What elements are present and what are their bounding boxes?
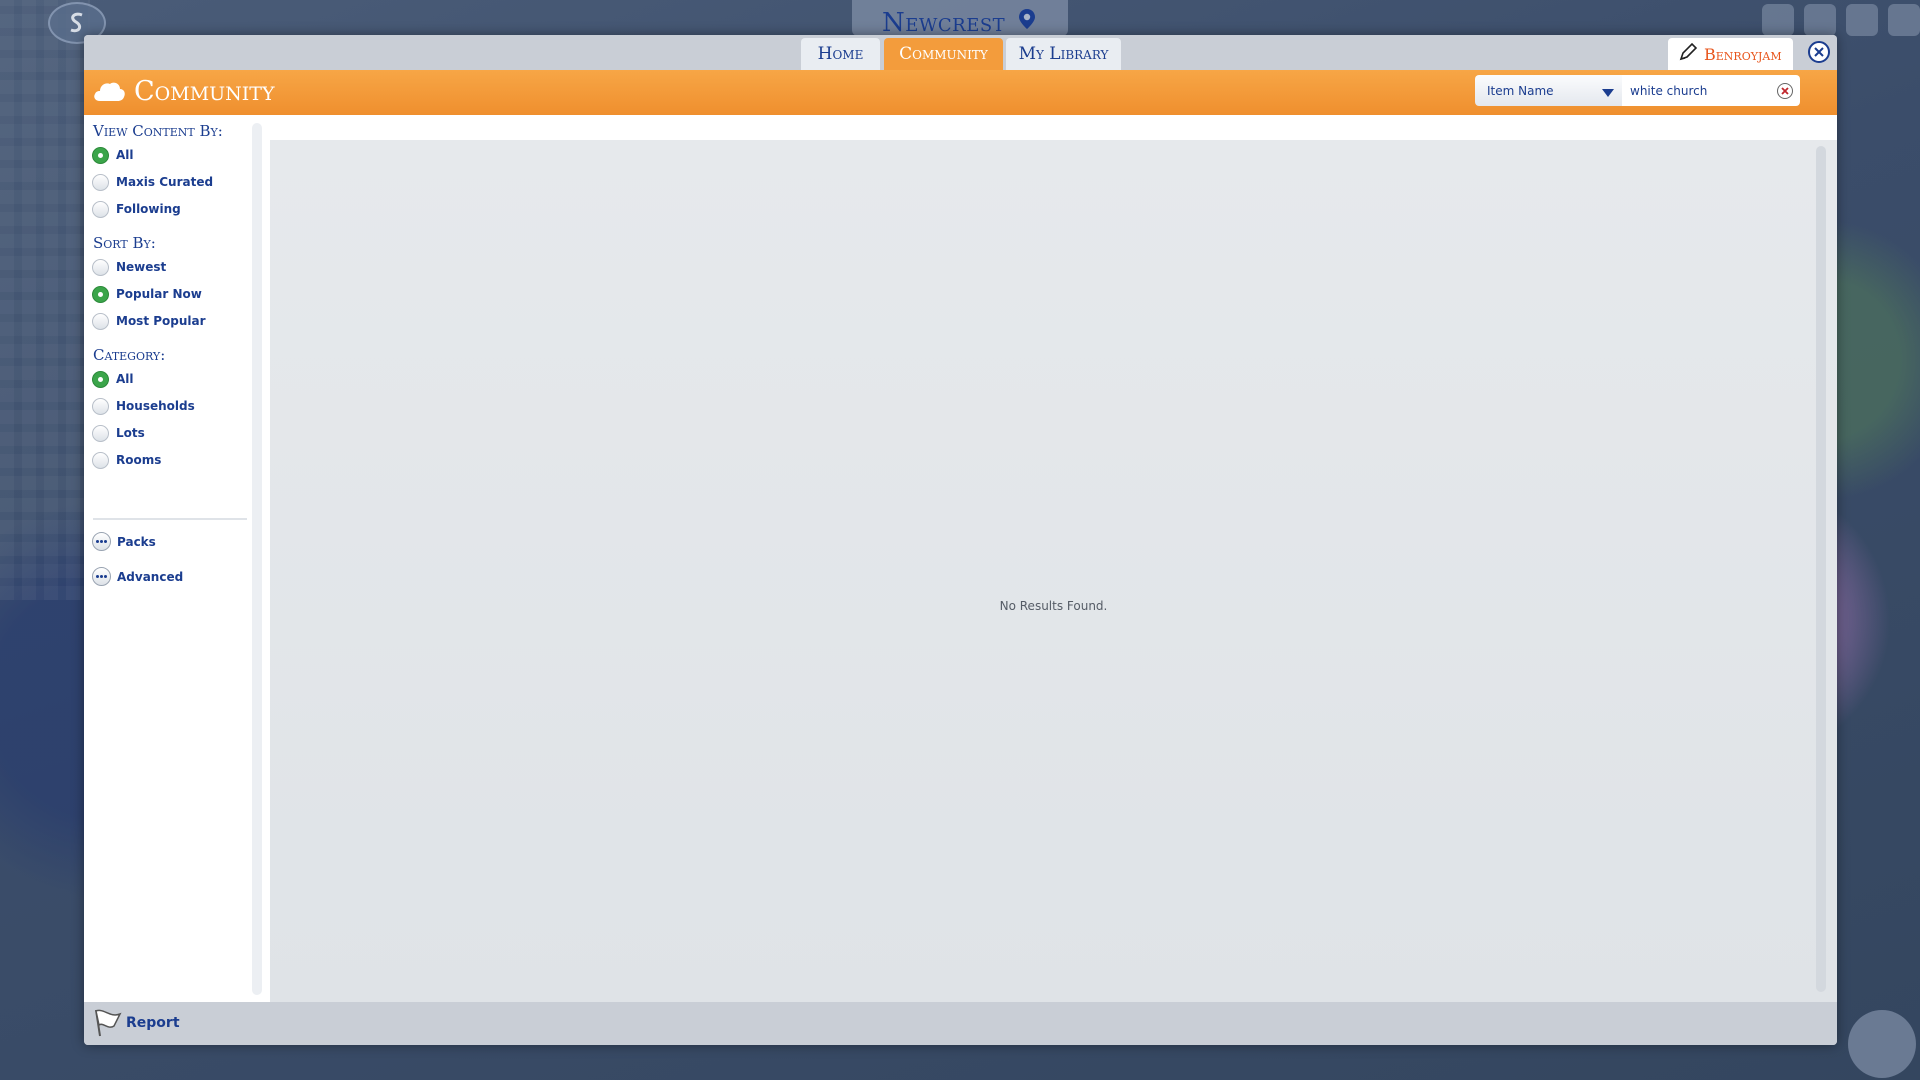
radio-icon xyxy=(92,258,109,276)
content-header-strip xyxy=(270,115,1837,140)
gallery-window: Home Community My Library Benroyjam Comm… xyxy=(84,35,1837,1045)
filter-view-maxis-curated[interactable]: Maxis Curated xyxy=(92,172,213,192)
radio-icon xyxy=(92,451,109,469)
clear-search-icon[interactable] xyxy=(1777,83,1793,99)
close-button[interactable] xyxy=(1808,41,1830,63)
radio-icon xyxy=(92,312,109,330)
ellipsis-icon xyxy=(92,567,111,586)
search-input[interactable] xyxy=(1622,75,1800,106)
pen-icon xyxy=(1678,42,1698,66)
view-content-heading: View Content By: xyxy=(93,122,223,140)
filter-view-all[interactable]: All xyxy=(92,145,134,165)
sort-popular-now[interactable]: Popular Now xyxy=(92,284,202,304)
page-title: Community xyxy=(134,76,275,107)
radio-icon xyxy=(92,173,109,191)
exit-gallery-icon[interactable] xyxy=(1848,1010,1916,1078)
flag-icon[interactable] xyxy=(92,1008,122,1042)
category-lots[interactable]: Lots xyxy=(92,423,145,443)
radio-icon xyxy=(92,397,109,415)
ellipsis-icon xyxy=(92,532,111,551)
sidebar-divider xyxy=(93,518,247,520)
category-households[interactable]: Households xyxy=(92,396,195,416)
footer-bar: Report xyxy=(84,1002,1837,1045)
packs-filter[interactable]: Packs xyxy=(92,532,156,551)
category-heading: Category: xyxy=(93,346,166,364)
filter-sidebar: View Content By: All Maxis Curated Follo… xyxy=(84,115,270,1002)
category-rooms[interactable]: Rooms xyxy=(92,450,161,470)
tabs-bar: Home Community My Library Benroyjam xyxy=(84,35,1837,70)
cloud-icon xyxy=(92,79,126,107)
more-icon[interactable] xyxy=(1888,4,1920,36)
no-results-message: No Results Found. xyxy=(999,599,1108,613)
user-name: Benroyjam xyxy=(1704,44,1782,64)
results-area: No Results Found. xyxy=(270,140,1837,1002)
radio-selected-icon xyxy=(92,285,109,303)
map-pin-icon[interactable] xyxy=(1018,8,1036,34)
report-link[interactable]: Report xyxy=(126,1015,180,1031)
hud-toolbar xyxy=(1762,2,1920,38)
tab-home[interactable]: Home xyxy=(801,38,880,70)
gallery-icon[interactable] xyxy=(1762,4,1794,36)
tab-community[interactable]: Community xyxy=(884,38,1003,70)
radio-icon xyxy=(92,424,109,442)
sort-by-heading: Sort By: xyxy=(93,234,156,252)
search-type-dropdown[interactable]: Item Name xyxy=(1475,75,1622,106)
list-icon[interactable] xyxy=(1846,4,1878,36)
radio-selected-icon xyxy=(92,370,109,388)
advanced-filter[interactable]: Advanced xyxy=(92,567,183,586)
results-scrollbar[interactable] xyxy=(1816,146,1826,992)
sidebar-scrollbar[interactable] xyxy=(252,123,262,995)
sort-newest[interactable]: Newest xyxy=(92,257,166,277)
tab-my-library[interactable]: My Library xyxy=(1006,38,1121,70)
radio-selected-icon xyxy=(92,146,109,164)
category-all[interactable]: All xyxy=(92,369,134,389)
background-building xyxy=(0,0,90,600)
world-name: Newcrest xyxy=(882,8,1006,38)
close-icon xyxy=(1814,47,1824,57)
filter-view-following[interactable]: Following xyxy=(92,199,181,219)
user-profile-button[interactable]: Benroyjam xyxy=(1668,38,1793,70)
tools-icon[interactable] xyxy=(1804,4,1836,36)
search-type-label: Item Name xyxy=(1487,83,1554,98)
sort-most-popular[interactable]: Most Popular xyxy=(92,311,206,331)
radio-icon xyxy=(92,200,109,218)
community-header: Community Item Name xyxy=(84,70,1837,115)
world-title-bar: Newcrest xyxy=(852,0,1068,38)
chevron-down-icon xyxy=(1602,86,1614,100)
